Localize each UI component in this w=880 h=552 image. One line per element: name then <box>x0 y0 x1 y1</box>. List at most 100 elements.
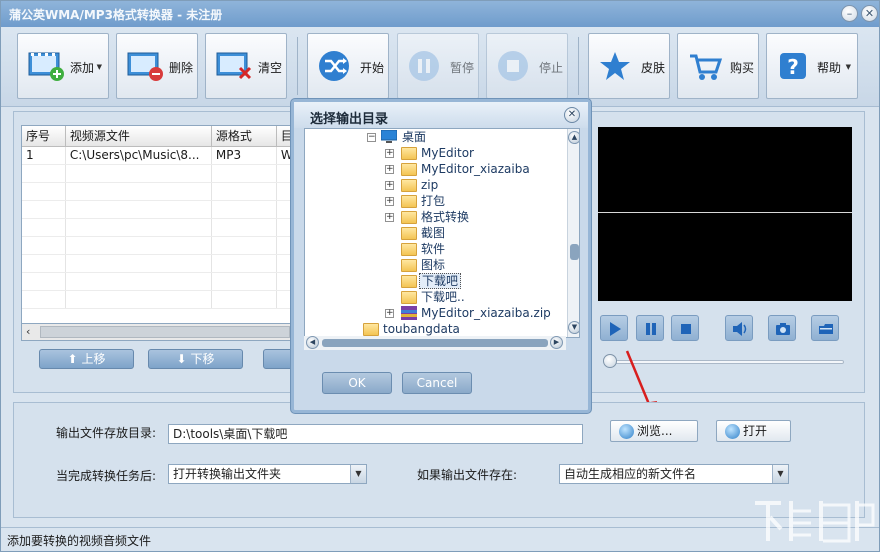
chevron-down-icon[interactable]: ▼ <box>350 465 366 483</box>
column-header-index[interactable]: 序号 <box>22 126 66 147</box>
dialog-close-button[interactable]: ✕ <box>564 107 580 123</box>
table-row <box>22 272 292 291</box>
table-row <box>22 200 292 219</box>
delete-button[interactable]: 删除 <box>116 33 198 99</box>
tree-item-zip-archive[interactable]: + MyEditor_xiazaiba.zip <box>305 305 567 321</box>
scroll-thumb[interactable] <box>570 244 579 260</box>
desktop-icon <box>381 130 397 143</box>
buy-label: 购买 <box>730 61 755 75</box>
expand-icon[interactable]: + <box>385 149 394 158</box>
column-header-source-format[interactable]: 源格式 <box>211 126 277 147</box>
tree-item-label: 下载吧.. <box>421 290 465 304</box>
tree-item-label: 打包 <box>421 194 446 208</box>
tree-item-zip[interactable]: + zip <box>305 177 567 193</box>
tree-item-myeditor-xiazaiba[interactable]: + MyEditor_xiazaiba <box>305 161 567 177</box>
move-down-button[interactable]: ⬇ 下移 <box>148 349 243 369</box>
add-label: 添加 <box>70 61 95 75</box>
clear-button[interactable]: 清空 <box>205 33 287 99</box>
title-bar: 蒲公英WMA/MP3格式转换器 - 未注册 – ✕ <box>1 1 879 27</box>
open-button[interactable]: 打开 <box>716 420 791 442</box>
folder-tree[interactable]: − 桌面 + MyEditor + MyEditor_xiazaiba + zi… <box>304 128 580 338</box>
volume-button[interactable] <box>725 315 753 341</box>
start-button[interactable]: 开始 <box>307 33 389 99</box>
move-up-button[interactable]: ⬆ 上移 <box>39 349 134 369</box>
collapse-icon[interactable]: − <box>367 133 376 142</box>
expand-icon[interactable]: + <box>385 309 394 318</box>
folder-icon <box>401 227 417 240</box>
expand-icon[interactable]: + <box>385 165 394 174</box>
dialog-title: 选择输出目录 <box>310 112 389 127</box>
column-header-source-file[interactable]: 视频源文件 <box>65 126 212 147</box>
tree-item-xiazaiba-2[interactable]: 下载吧.. <box>305 289 567 305</box>
play-button[interactable] <box>600 315 628 341</box>
stop-button[interactable]: 停止 <box>486 33 568 99</box>
skin-button[interactable]: 皮肤 <box>588 33 670 99</box>
cancel-button[interactable]: Cancel <box>402 372 472 394</box>
pause-button[interactable]: 暂停 <box>397 33 479 99</box>
table-row[interactable]: 1 C:\Users\pc\Music\8... MP3 WMA <box>22 146 292 165</box>
snapshot-button[interactable] <box>768 315 796 341</box>
tree-item-screenshots[interactable]: 截图 <box>305 225 567 241</box>
after-task-value: 打开转换输出文件夹 <box>173 467 282 481</box>
buy-button[interactable]: 购买 <box>677 33 759 99</box>
fullscreen-button[interactable] <box>811 315 839 341</box>
table-row <box>22 182 292 201</box>
watermark-logo <box>755 501 875 543</box>
if-exists-select[interactable]: 自动生成相应的新文件名 ▼ <box>559 464 789 484</box>
move-down-label: 下移 <box>190 352 215 366</box>
file-list-hscroll[interactable]: ‹ <box>21 323 293 341</box>
help-button[interactable]: ? 帮助 ▼ <box>766 33 858 99</box>
stop-icon <box>498 51 528 81</box>
tree-item-myeditor[interactable]: + MyEditor <box>305 145 567 161</box>
tree-item-desktop[interactable]: − 桌面 <box>305 129 567 145</box>
expand-icon[interactable]: + <box>385 213 394 222</box>
scroll-left-icon[interactable]: ‹ <box>26 325 30 338</box>
open-label: 打开 <box>743 424 768 438</box>
camera-icon <box>776 323 790 335</box>
tree-item-icons[interactable]: 图标 <box>305 257 567 273</box>
tree-item-label: MyEditor_xiazaiba <box>421 162 530 176</box>
scroll-thumb[interactable] <box>322 339 548 347</box>
tree-item-label: MyEditor_xiazaiba.zip <box>421 306 551 320</box>
tree-vscroll[interactable]: ▲ ▼ <box>567 129 579 337</box>
delete-video-icon <box>127 52 163 81</box>
scroll-right-icon[interactable]: ▶ <box>550 336 563 349</box>
help-dropdown-icon[interactable]: ▼ <box>846 63 851 71</box>
add-video-icon <box>28 52 64 81</box>
status-bar: 添加要转换的视频音频文件 <box>1 527 879 551</box>
progress-slider-knob[interactable] <box>603 354 617 368</box>
scroll-thumb[interactable] <box>40 326 290 338</box>
scroll-up-icon[interactable]: ▲ <box>568 131 579 144</box>
browse-button[interactable]: 浏览... <box>610 420 698 442</box>
scroll-down-icon[interactable]: ▼ <box>568 321 579 334</box>
toolbar-separator <box>578 37 579 95</box>
scroll-left-icon[interactable]: ◀ <box>306 336 319 349</box>
close-button[interactable]: ✕ <box>861 5 878 22</box>
add-button[interactable]: 添加 ▼ <box>17 33 109 99</box>
tree-item-format-convert[interactable]: + 格式转换 <box>305 209 567 225</box>
tree-hscroll[interactable]: ◀ ▶ <box>304 336 566 350</box>
add-dropdown-icon[interactable]: ▼ <box>97 63 102 71</box>
pause-icon <box>646 323 656 335</box>
tree-item-xiazaiba-selected[interactable]: 下载吧 <box>305 273 567 289</box>
expand-icon[interactable]: + <box>385 197 394 206</box>
tree-item-label: 图标 <box>421 258 446 272</box>
chevron-down-icon[interactable]: ▼ <box>772 465 788 483</box>
after-task-select[interactable]: 打开转换输出文件夹 ▼ <box>168 464 367 484</box>
tree-item-label: MyEditor <box>421 146 474 160</box>
open-folder-icon <box>725 424 740 439</box>
ok-button[interactable]: OK <box>322 372 392 394</box>
if-exists-value: 自动生成相应的新文件名 <box>564 467 697 481</box>
expand-icon[interactable]: + <box>385 181 394 190</box>
stop-preview-button[interactable] <box>671 315 699 341</box>
play-icon <box>610 322 621 336</box>
pause-preview-button[interactable] <box>636 315 664 341</box>
toolbar-separator <box>297 37 298 95</box>
file-list[interactable]: 序号 视频源文件 源格式 目标格式 1 C:\Users\pc\Music\8.… <box>21 125 293 341</box>
tree-item-toubangdata[interactable]: toubangdata <box>305 321 567 337</box>
tree-item-dabao[interactable]: + 打包 <box>305 193 567 209</box>
tree-item-software[interactable]: 软件 <box>305 241 567 257</box>
minimize-button[interactable]: – <box>841 5 858 22</box>
pause-label: 暂停 <box>450 61 475 75</box>
output-dir-field[interactable]: D:\tools\桌面\下载吧 <box>168 424 583 444</box>
